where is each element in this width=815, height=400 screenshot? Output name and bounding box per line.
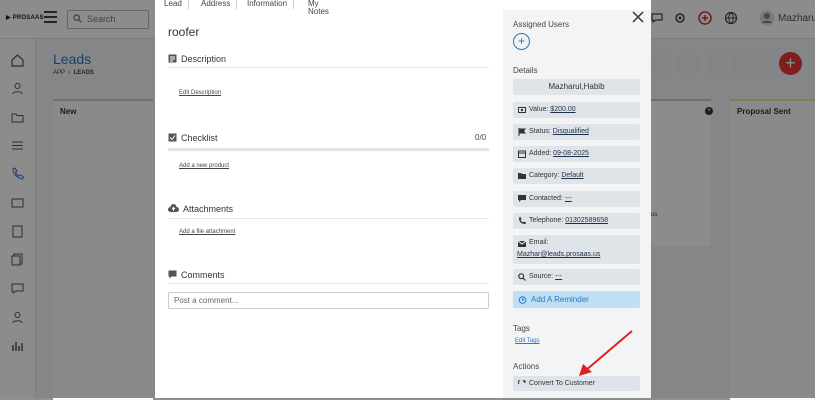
assigned-users-heading: Assigned Users — [513, 20, 570, 29]
added-field[interactable]: Added: 09-08-2025 — [513, 146, 640, 162]
edit-tags-link[interactable]: Edit Tags — [515, 338, 540, 344]
description-heading: Description — [168, 54, 226, 64]
contacted-field[interactable]: Contacted: --- — [513, 191, 640, 207]
folder-icon — [518, 173, 526, 179]
divider — [168, 67, 489, 68]
value-field[interactable]: Value: $200.00 — [513, 102, 640, 118]
email-icon — [518, 240, 526, 247]
status-field[interactable]: Status: Disqualified — [513, 124, 640, 140]
cloud-upload-icon — [168, 204, 179, 212]
add-attachment-link[interactable]: Add a file attachment — [179, 229, 235, 235]
refresh-icon — [518, 380, 526, 385]
attachments-heading: Attachments — [168, 204, 233, 214]
tab-information[interactable]: Information — [241, 0, 295, 9]
actions-heading: Actions — [513, 362, 540, 371]
category-field[interactable]: Category: Default — [513, 168, 640, 184]
calendar-icon — [518, 150, 526, 158]
add-reminder-button[interactable]: Add A Reminder — [513, 291, 640, 308]
chat-icon — [518, 195, 526, 202]
checklist-progress — [168, 148, 489, 151]
tags-heading: Tags — [513, 324, 530, 333]
search-icon — [518, 273, 526, 281]
comment-input[interactable]: Post a comment... — [168, 292, 489, 309]
divider — [168, 218, 489, 219]
flag-icon — [518, 128, 526, 136]
description-icon — [168, 54, 177, 63]
edit-description-link[interactable]: Edit Description — [179, 90, 221, 96]
comment-placeholder: Post a comment... — [174, 296, 239, 305]
tab-address[interactable]: Address — [195, 0, 238, 9]
tab-lead[interactable]: Lead — [158, 0, 189, 9]
divider — [168, 283, 489, 284]
owner-field[interactable]: Mazharul,Habib — [513, 79, 640, 95]
red-arrow-annotation — [579, 330, 633, 376]
email-field[interactable]: Email: Mazhar@leads.prosaas.us — [513, 235, 640, 264]
comment-icon — [168, 270, 177, 279]
add-user-button[interactable]: + — [513, 33, 530, 50]
phone-icon — [519, 217, 526, 224]
comments-heading: Comments — [168, 270, 225, 280]
money-icon — [518, 107, 526, 113]
lead-title[interactable]: roofer — [168, 25, 199, 39]
details-heading: Details — [513, 66, 538, 75]
alarm-clock-icon — [518, 296, 527, 304]
convert-to-customer-button[interactable]: Convert To Customer — [513, 376, 640, 391]
add-product-link[interactable]: Add a new product — [179, 163, 229, 169]
tab-my-notes[interactable]: My Notes — [302, 0, 335, 16]
telephone-field[interactable]: Telephone: 01302589658 — [513, 213, 640, 229]
close-icon[interactable] — [632, 11, 644, 23]
checkbox-icon — [168, 133, 177, 142]
checklist-count: 0/0 — [475, 133, 487, 142]
checklist-heading: Checklist — [168, 133, 218, 143]
source-field[interactable]: Source: --- — [513, 269, 640, 285]
